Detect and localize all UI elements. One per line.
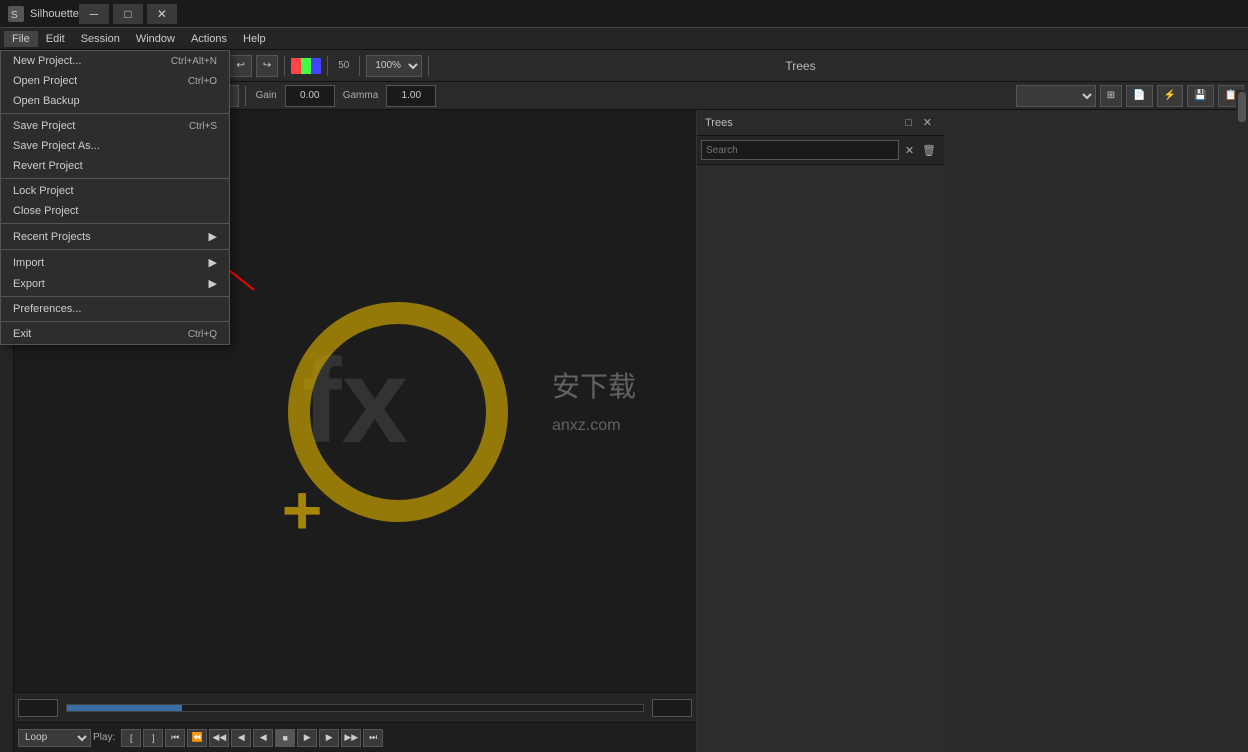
trees-scrollbar[interactable] [1236, 90, 1248, 752]
zoom-select[interactable]: 100% 50% 200% [366, 55, 422, 77]
app-icon: S [8, 6, 24, 22]
maximize-button[interactable]: □ [113, 4, 143, 24]
menu-import[interactable]: Import ▶ [1, 252, 229, 273]
trees-right-toolbar: ⊞ 📄 ⚡ 💾 📋 [1016, 85, 1244, 107]
separator-5 [1, 296, 229, 297]
viewer-timeline [14, 692, 696, 722]
play-mode-select[interactable]: Loop Once Ping Pong [18, 729, 91, 747]
window-controls: ─ □ ✕ [79, 4, 177, 24]
trees-tb4[interactable]: 💾 [1187, 85, 1213, 107]
prev-scene-btn[interactable]: ⏮ [165, 729, 185, 747]
go-start-btn[interactable]: [ [121, 729, 141, 747]
menu-close-project[interactable]: Close Project [1, 201, 229, 221]
trees-panel: Trees □ ✕ ✕ 🗑 [696, 110, 944, 752]
rewind-btn[interactable]: ◀◀ [209, 729, 229, 747]
arrow-icon: ▶ [209, 256, 217, 269]
separator4 [359, 56, 360, 76]
trees-title: Trees [705, 117, 733, 129]
trees-header-controls: □ ✕ [901, 114, 936, 131]
trees-delete-btn[interactable]: 🗑 [918, 142, 940, 159]
menu-save-project[interactable]: Save Project Ctrl+S [1, 116, 229, 136]
toolbar-redo-btn[interactable]: ↪ [256, 55, 278, 77]
menu-revert-project[interactable]: Revert Project [1, 156, 229, 176]
close-button[interactable]: ✕ [147, 4, 177, 24]
separator2 [284, 56, 285, 76]
separator-6 [1, 321, 229, 322]
svg-text:S: S [11, 10, 18, 21]
menu-recent-projects[interactable]: Recent Projects ▶ [1, 226, 229, 247]
menu-bar: File Edit Session Window Actions Help [0, 28, 1248, 50]
menu-open-project[interactable]: Open Project Ctrl+O [1, 71, 229, 91]
arrow-icon: ▶ [209, 277, 217, 290]
frame-input[interactable] [18, 699, 58, 717]
minimize-button[interactable]: ─ [79, 4, 109, 24]
prev-frame-btn[interactable]: ⏪ [187, 729, 207, 747]
trees-tb3[interactable]: ⚡ [1157, 85, 1183, 107]
frame-end-input[interactable] [652, 699, 692, 717]
toolbar-undo-btn[interactable]: ↩ [229, 55, 251, 77]
trees-close-btn[interactable]: ✕ [919, 114, 936, 131]
menu-window[interactable]: Window [128, 31, 183, 47]
trees-view-select[interactable] [1016, 85, 1096, 107]
watermark: 安下载anxz.com [552, 365, 636, 437]
trees-maximize-btn[interactable]: □ [901, 115, 916, 131]
separator5 [428, 56, 429, 76]
fast-fwd-btn[interactable]: ▶▶ [341, 729, 361, 747]
menu-export[interactable]: Export ▶ [1, 273, 229, 294]
gain-input[interactable] [285, 85, 335, 107]
title-bar: S Silhouette ─ □ ✕ [0, 0, 1248, 28]
menu-preferences[interactable]: Preferences... [1, 299, 229, 319]
play-fwd-btn[interactable]: ▶ [297, 729, 317, 747]
timeline-bar[interactable] [66, 704, 644, 712]
trees-tb1[interactable]: ⊞ [1100, 85, 1122, 107]
logo-plus: + [282, 470, 323, 550]
go-end-btn[interactable]: ] [143, 729, 163, 747]
separator-3 [1, 223, 229, 224]
viewer-controls: Loop Once Ping Pong Play: [ ] ⏮ ⏪ ◀◀ ◀ ◀… [14, 722, 696, 752]
menu-actions[interactable]: Actions [183, 31, 235, 47]
trees-tb2[interactable]: 📄 [1126, 85, 1152, 107]
separator3 [327, 56, 328, 76]
separator-4 [1, 249, 229, 250]
trees-search: ✕ 🗑 [697, 136, 944, 165]
color-swatch[interactable] [291, 58, 321, 74]
stop-btn[interactable]: ■ [275, 729, 295, 747]
play-label: Play: [93, 732, 115, 743]
separator [245, 86, 246, 106]
menu-lock-project[interactable]: Lock Project [1, 181, 229, 201]
next-scene-btn[interactable]: ⏭ [363, 729, 383, 747]
menu-help[interactable]: Help [235, 31, 274, 47]
trees-label: Trees [785, 59, 815, 73]
gamma-input[interactable] [386, 85, 436, 107]
separator-1 [1, 113, 229, 114]
trees-search-input[interactable] [701, 140, 899, 160]
step-back-btn[interactable]: ◀ [231, 729, 251, 747]
arrow-icon: ▶ [209, 230, 217, 243]
trees-search-clear-btn[interactable]: ✕ [901, 142, 918, 159]
trees-content[interactable] [697, 165, 944, 752]
trees-header: Trees □ ✕ [697, 110, 944, 136]
menu-edit[interactable]: Edit [38, 31, 73, 47]
menu-exit[interactable]: Exit Ctrl+Q [1, 324, 229, 344]
fx-logo: fx + [302, 332, 409, 470]
separator-2 [1, 178, 229, 179]
menu-session[interactable]: Session [73, 31, 128, 47]
menu-file[interactable]: File [4, 31, 38, 47]
app-title: Silhouette [30, 8, 79, 20]
step-fwd-btn[interactable]: ▶ [319, 729, 339, 747]
menu-save-project-as[interactable]: Save Project As... [1, 136, 229, 156]
menu-new-project[interactable]: New Project... Ctrl+Alt+N [1, 51, 229, 71]
menu-open-backup[interactable]: Open Backup [1, 91, 229, 111]
play-rev-btn[interactable]: ◀ [253, 729, 273, 747]
file-dropdown: New Project... Ctrl+Alt+N Open Project C… [0, 50, 230, 345]
